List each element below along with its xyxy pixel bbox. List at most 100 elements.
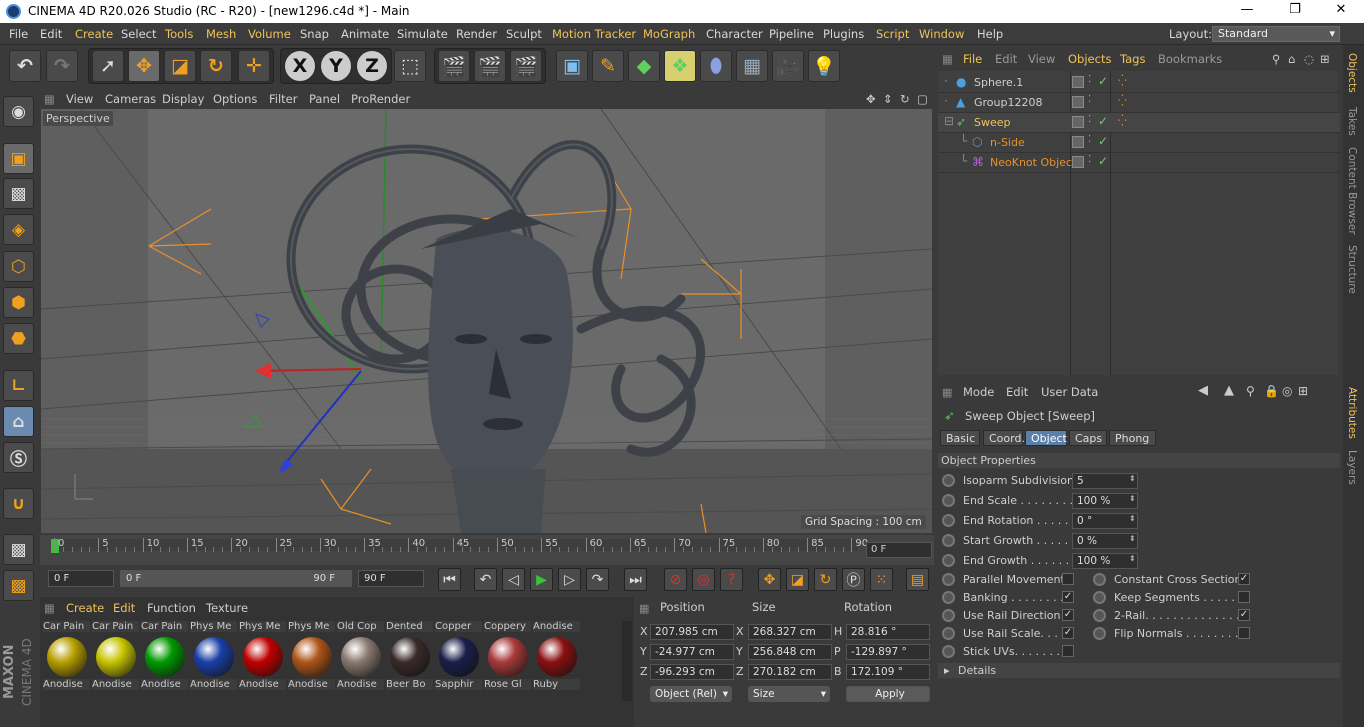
goto-start-icon[interactable]: ⏮ — [438, 568, 461, 591]
maximize-button[interactable]: ❐ — [1280, 2, 1310, 20]
camera-icon[interactable]: 🎥 — [772, 50, 804, 82]
viewport-menu-display[interactable]: Display — [162, 92, 204, 106]
cube-icon[interactable]: ▣ — [556, 50, 588, 82]
size-field[interactable]: 270.182 cm — [748, 664, 832, 680]
menu-edit[interactable]: Edit — [40, 27, 62, 41]
param-radio[interactable] — [942, 573, 955, 586]
render-view-icon[interactable]: 🎬 — [438, 50, 470, 82]
material-scrollbar[interactable] — [622, 621, 632, 701]
menu-sculpt[interactable]: Sculpt — [506, 27, 542, 41]
back-arrow-icon[interactable]: ◀ — [1198, 383, 1208, 398]
visibility-dots-icon[interactable]: ⁚ — [1088, 74, 1091, 85]
layer-icon[interactable] — [1072, 156, 1084, 168]
material-menu-texture[interactable]: Texture — [206, 601, 248, 615]
menu-animate[interactable]: Animate — [341, 27, 389, 41]
layer-icon[interactable] — [1072, 116, 1084, 128]
tab-phong[interactable]: Phong — [1109, 430, 1156, 446]
select-arrow-icon[interactable]: ➚ — [92, 50, 124, 82]
param-radio[interactable] — [942, 514, 955, 527]
subdivision-icon[interactable]: ◆ — [628, 50, 660, 82]
param-radio[interactable] — [1093, 609, 1106, 622]
material-swatch[interactable]: Coppery Rose Gl — [484, 621, 531, 691]
object-row[interactable]: ⊟ ➶ Sweep ⁚ ✓ ⁛ — [938, 113, 1340, 133]
current-frame-field[interactable]: 0 F — [866, 542, 932, 558]
layer-icon[interactable] — [1072, 96, 1084, 108]
menu-pipeline[interactable]: Pipeline — [769, 27, 814, 41]
viewport-menu-panel[interactable]: Panel — [309, 92, 340, 106]
search-icon[interactable]: ⚲ — [1246, 384, 1255, 398]
target-icon[interactable]: ◎ — [1282, 384, 1292, 398]
checkbox[interactable] — [1062, 645, 1074, 657]
viewport-move-icon[interactable]: ✥ — [866, 92, 876, 106]
render-picture-icon[interactable]: 🎬 — [474, 50, 506, 82]
material-swatch[interactable]: Phys Me Anodise — [190, 621, 237, 691]
menu-select[interactable]: Select — [121, 27, 156, 41]
stepper-icon[interactable]: ⬍ — [1129, 474, 1136, 483]
material-swatch[interactable]: Car Pain Anodise — [141, 621, 188, 691]
layout-select[interactable]: Standard ▾ — [1212, 26, 1340, 42]
material-swatch[interactable]: Dented Beer Bo — [386, 621, 433, 691]
snap-icon[interactable]: Ⓢ — [3, 442, 34, 473]
cloner-icon[interactable]: ❖ — [664, 50, 696, 82]
position-field[interactable]: -96.293 cm — [650, 664, 734, 680]
menu-tools[interactable]: Tools — [165, 27, 193, 41]
menu-render[interactable]: Render — [456, 27, 497, 41]
menu-simulate[interactable]: Simulate — [397, 27, 448, 41]
key-rotation-icon[interactable]: ↻ — [814, 568, 837, 591]
position-field[interactable]: -24.977 cm — [650, 644, 734, 660]
viewport-zoom-icon[interactable]: ⇕ — [883, 92, 893, 106]
end-frame-field[interactable]: 90 F — [358, 570, 424, 587]
checkbox[interactable] — [1238, 627, 1250, 639]
param-radio[interactable] — [1093, 573, 1106, 586]
up-arrow-icon[interactable]: ▲ — [1224, 383, 1234, 398]
play-icon[interactable]: ▶ — [530, 568, 553, 591]
key-pla-icon[interactable]: ⁙ — [870, 568, 893, 591]
visibility-dots-icon[interactable]: ⁚ — [1088, 134, 1091, 145]
magnet-icon[interactable]: ∪ — [3, 488, 34, 519]
rotation-field[interactable]: 172.109 ° — [846, 664, 930, 680]
frame-range-slider[interactable]: 0 F 90 F — [120, 570, 352, 587]
menu-mograph[interactable]: MoGraph — [643, 27, 695, 41]
checkbox[interactable]: ✓ — [1062, 591, 1074, 603]
menu-motion-tracker[interactable]: Motion Tracker — [552, 27, 636, 41]
size-field[interactable]: 256.848 cm — [748, 644, 832, 660]
param-radio[interactable] — [1093, 591, 1106, 604]
param-radio[interactable] — [942, 494, 955, 507]
enabled-check-icon[interactable]: ✓ — [1098, 74, 1108, 88]
lock-workplane-icon[interactable]: ▩ — [3, 534, 34, 565]
viewport-maximize-icon[interactable]: ▢ — [917, 92, 928, 106]
redo-icon[interactable]: ↷ — [46, 50, 78, 82]
texture-mode-icon[interactable]: ▩ — [3, 178, 34, 209]
object-name[interactable]: Group12208 — [974, 96, 1042, 109]
workplane-icon[interactable]: ◈ — [3, 214, 34, 245]
menu-snap[interactable]: Snap — [300, 27, 329, 41]
checkbox[interactable] — [1062, 573, 1074, 585]
details-section[interactable]: ▸ Details — [938, 663, 1340, 678]
edges-mode-icon[interactable]: ⬢ — [3, 287, 34, 318]
object-row[interactable]: · ▲ Group12208 ⁚ ⁛ — [938, 93, 1340, 113]
material-swatch[interactable]: Anodise Ruby — [533, 621, 580, 691]
viewport-camera-label[interactable]: Perspective — [43, 111, 113, 126]
object-row[interactable]: └ ⌘ NeoKnot Object ⁚ ✓ — [938, 153, 1340, 173]
goto-end-icon[interactable]: ⏭ — [624, 568, 647, 591]
param-radio[interactable] — [942, 554, 955, 567]
checkbox[interactable]: ✓ — [1062, 627, 1074, 639]
attributes-menu-mode[interactable]: Mode — [963, 385, 994, 399]
layer-icon[interactable] — [1072, 76, 1084, 88]
rotation-field[interactable]: 28.816 ° — [846, 624, 930, 640]
objects-menu-bookmarks[interactable]: Bookmarks — [1158, 52, 1222, 66]
objects-menu-tags[interactable]: Tags — [1120, 52, 1145, 66]
material-menu-edit[interactable]: Edit — [113, 601, 135, 615]
previous-frame-icon[interactable]: ◁ — [502, 568, 525, 591]
visibility-dots-icon[interactable]: ⁚ — [1088, 94, 1091, 105]
checkbox[interactable] — [1238, 591, 1250, 603]
z-axis-button[interactable]: Z — [356, 50, 388, 82]
undo-icon[interactable]: ↶ — [9, 50, 41, 82]
tab-coord[interactable]: Coord. — [983, 430, 1025, 446]
attributes-menu-user-data[interactable]: User Data — [1041, 385, 1098, 399]
attributes-menu-edit[interactable]: Edit — [1006, 385, 1028, 399]
viewport-menu-options[interactable]: Options — [213, 92, 257, 106]
menu-character[interactable]: Character — [706, 27, 763, 41]
material-tag-icon[interactable]: ⁛ — [1118, 114, 1127, 127]
side-tab-objects[interactable]: Objects — [1346, 53, 1358, 93]
